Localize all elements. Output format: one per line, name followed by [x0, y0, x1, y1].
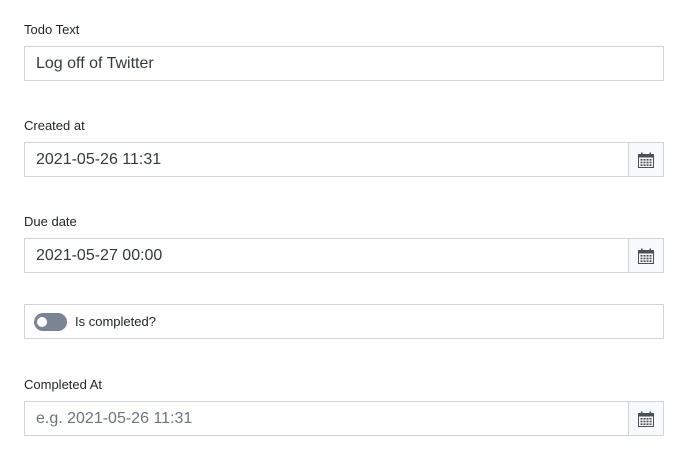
- created-at-input[interactable]: 2021-05-26 11:31: [24, 142, 664, 177]
- created-at-label: Created at: [24, 118, 85, 133]
- due-date-label: Due date: [24, 214, 77, 229]
- calendar-icon: [638, 152, 654, 168]
- calendar-icon: [638, 248, 654, 264]
- due-date-value: 2021-05-27 00:00: [36, 246, 163, 264]
- toggle-knob: [37, 316, 47, 327]
- todo-text-label: Todo Text: [24, 22, 80, 37]
- completed-at-field: Completed At e.g. 2021-05-26 11:31: [24, 377, 664, 436]
- completed-at-input[interactable]: e.g. 2021-05-26 11:31: [24, 401, 664, 436]
- due-date-field: Due date 2021-05-27 00:00: [24, 214, 664, 273]
- is-completed-field[interactable]: Is completed?: [24, 304, 664, 339]
- todo-text-value: Log off of Twitter: [36, 54, 154, 72]
- todo-form: Todo Text Log off of Twitter Created at …: [0, 0, 696, 465]
- completed-at-label: Completed At: [24, 377, 103, 392]
- is-completed-label: Is completed?: [75, 314, 156, 329]
- completed-at-placeholder: e.g. 2021-05-26 11:31: [36, 409, 193, 427]
- created-at-value: 2021-05-26 11:31: [36, 150, 162, 168]
- due-date-input[interactable]: 2021-05-27 00:00: [24, 238, 664, 273]
- todo-text-field: Todo Text Log off of Twitter: [24, 22, 664, 81]
- completed-at-calendar-button[interactable]: [628, 402, 663, 435]
- todo-text-input[interactable]: Log off of Twitter: [24, 46, 664, 81]
- is-completed-toggle[interactable]: [34, 312, 67, 331]
- calendar-icon: [638, 411, 654, 427]
- due-date-calendar-button[interactable]: [628, 239, 663, 272]
- created-at-calendar-button[interactable]: [628, 143, 663, 176]
- created-at-field: Created at 2021-05-26 11:31: [24, 118, 664, 177]
